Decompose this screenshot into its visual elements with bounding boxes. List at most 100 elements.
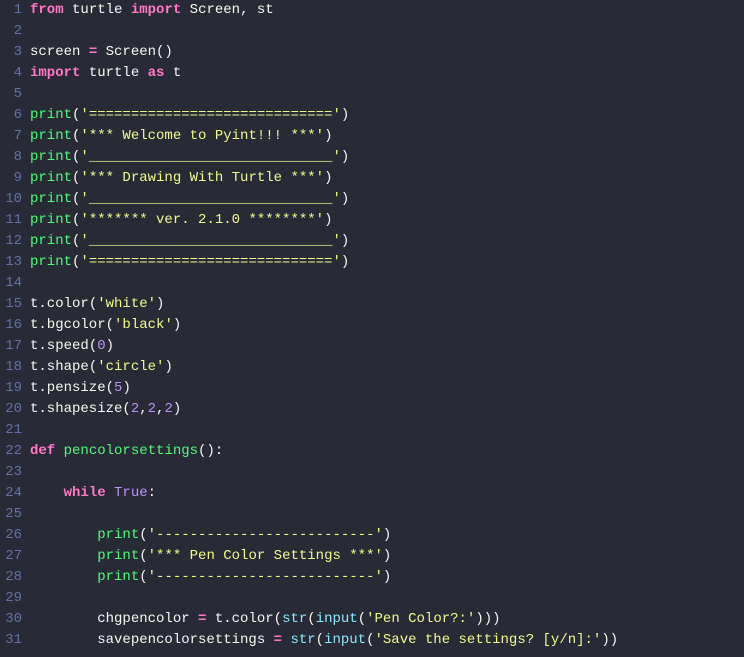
line-number: 12 [4, 231, 22, 252]
code-line[interactable] [30, 420, 618, 441]
token-punc: ( [106, 380, 114, 396]
code-editor[interactable]: 1234567891011121314151617181920212223242… [0, 0, 744, 651]
token-builtin: str [290, 632, 315, 648]
token-var: t.color [206, 611, 273, 627]
line-number: 9 [4, 168, 22, 189]
code-line[interactable]: print('--------------------------') [30, 567, 618, 588]
code-line[interactable]: chgpencolor = t.color(str(input('Pen Col… [30, 609, 618, 630]
token-punc: ))) [475, 611, 500, 627]
code-line[interactable]: print('*** Welcome to Pyint!!! ***') [30, 126, 618, 147]
code-line[interactable]: while True: [30, 483, 618, 504]
code-line[interactable] [30, 462, 618, 483]
token-var [30, 548, 97, 564]
token-str: '_____________________________' [80, 233, 340, 249]
code-line[interactable]: t.color('white') [30, 294, 618, 315]
token-punc: ) [324, 212, 332, 228]
token-str: '=============================' [80, 107, 340, 123]
line-number: 19 [4, 378, 22, 399]
code-line[interactable]: savepencolorsettings = str(input('Save t… [30, 630, 618, 651]
token-funcname: pencolorsettings [64, 443, 198, 459]
token-var [30, 569, 97, 585]
code-line[interactable]: print('******* ver. 2.1.0 ********') [30, 210, 618, 231]
line-number: 6 [4, 105, 22, 126]
code-line[interactable]: print('*** Drawing With Turtle ***') [30, 168, 618, 189]
token-fn: print [30, 107, 72, 123]
token-var: t.shape [30, 359, 89, 375]
code-line[interactable] [30, 21, 618, 42]
line-number: 16 [4, 315, 22, 336]
code-line[interactable] [30, 84, 618, 105]
token-str: '*** Pen Color Settings ***' [148, 548, 383, 564]
token-punc: ) [383, 569, 391, 585]
line-number: 24 [4, 483, 22, 504]
code-line[interactable]: t.speed(0) [30, 336, 618, 357]
token-punc: ( [89, 359, 97, 375]
token-fn: print [30, 191, 72, 207]
token-builtin: str [282, 611, 307, 627]
token-var: t.speed [30, 338, 89, 354]
token-var [64, 2, 72, 18]
code-line[interactable]: screen = Screen() [30, 42, 618, 63]
code-line[interactable]: print('--------------------------') [30, 525, 618, 546]
token-punc: () [156, 44, 173, 60]
token-var: t.bgcolor [30, 317, 106, 333]
token-punc: ( [274, 611, 282, 627]
token-punc: ( [358, 611, 366, 627]
token-punc: : [148, 485, 156, 501]
code-content[interactable]: from turtle import Screen, st screen = Sc… [28, 0, 618, 651]
token-punc: ) [341, 233, 349, 249]
token-str: '_____________________________' [80, 149, 340, 165]
code-line[interactable]: print('_____________________________') [30, 147, 618, 168]
token-punc: ) [173, 317, 181, 333]
token-var: turtle [72, 2, 122, 18]
token-kw: from [30, 2, 64, 18]
token-def: def [30, 443, 55, 459]
code-line[interactable]: print('_____________________________') [30, 231, 618, 252]
code-line[interactable] [30, 273, 618, 294]
token-punc: ) [383, 548, 391, 564]
token-punc: ( [89, 338, 97, 354]
token-fn: print [30, 128, 72, 144]
code-line[interactable] [30, 588, 618, 609]
token-punc: )) [601, 632, 618, 648]
line-number: 25 [4, 504, 22, 525]
token-var [55, 443, 63, 459]
code-line[interactable]: def pencolorsettings(): [30, 441, 618, 462]
token-fn: print [30, 254, 72, 270]
code-line[interactable] [30, 504, 618, 525]
token-kw: = [89, 44, 97, 60]
code-line[interactable]: print('_____________________________') [30, 189, 618, 210]
token-var: t.shapesize [30, 401, 122, 417]
line-number: 18 [4, 357, 22, 378]
code-line[interactable]: print('=============================') [30, 252, 618, 273]
token-str: 'Save the settings? [y/n]:' [375, 632, 602, 648]
code-line[interactable]: print('*** Pen Color Settings ***') [30, 546, 618, 567]
token-kw: while [64, 485, 106, 501]
line-number: 1 [4, 0, 22, 21]
code-line[interactable]: t.shape('circle') [30, 357, 618, 378]
line-number: 26 [4, 525, 22, 546]
line-number-gutter: 1234567891011121314151617181920212223242… [0, 0, 28, 651]
code-line[interactable]: t.bgcolor('black') [30, 315, 618, 336]
token-punc: ) [324, 170, 332, 186]
token-kw: import [30, 65, 80, 81]
token-fn: print [30, 149, 72, 165]
token-punc: ( [366, 632, 374, 648]
token-var [80, 65, 88, 81]
token-punc: ) [173, 401, 181, 417]
code-line[interactable]: t.pensize(5) [30, 378, 618, 399]
token-var [181, 2, 189, 18]
token-kw: = [274, 632, 282, 648]
token-var: Screen, st [190, 2, 274, 18]
code-line[interactable]: from turtle import Screen, st [30, 0, 618, 21]
token-var [139, 65, 147, 81]
token-fn: print [97, 548, 139, 564]
code-line[interactable]: t.shapesize(2,2,2) [30, 399, 618, 420]
line-number: 17 [4, 336, 22, 357]
code-line[interactable]: import turtle as t [30, 63, 618, 84]
token-builtin: input [316, 611, 358, 627]
token-punc: ( [307, 611, 315, 627]
code-line[interactable]: print('=============================') [30, 105, 618, 126]
token-num: 2 [148, 401, 156, 417]
token-punc: ( [139, 548, 147, 564]
